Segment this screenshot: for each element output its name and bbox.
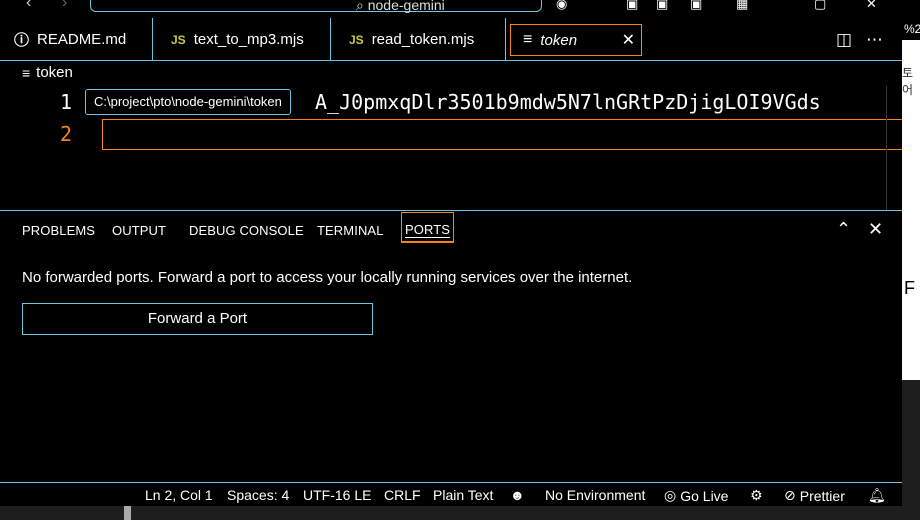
tab-output[interactable]: OUTPUT: [112, 223, 166, 238]
layout-toggle-icon[interactable]: ▣: [626, 0, 638, 12]
tab-read-token[interactable]: JS read_token.mjs: [331, 18, 506, 61]
workspace-name: node-gemini: [367, 0, 445, 13]
prettier-button[interactable]: ⊘ Prettier: [784, 487, 845, 504]
tab-text-to-mp3[interactable]: JS text_to_mp3.mjs: [153, 18, 331, 61]
background-text: F: [904, 278, 915, 298]
maximize-panel-icon[interactable]: ⌃: [836, 219, 851, 240]
current-line-highlight[interactable]: [102, 119, 902, 150]
back-arrow-icon[interactable]: ‹: [26, 0, 31, 12]
forward-arrow-icon[interactable]: ›: [62, 0, 67, 12]
editor-scrollbar[interactable]: [886, 86, 887, 210]
panel-toggle-icon[interactable]: ▣: [656, 0, 668, 12]
plaintext-file-icon: ≡: [22, 64, 31, 81]
js-file-icon: JS: [171, 32, 186, 47]
line-number-active: 2: [59, 122, 72, 146]
js-file-icon: JS: [349, 32, 364, 47]
close-tab-icon[interactable]: ✕: [622, 30, 635, 50]
tab-label: text_to_mp3.mjs: [193, 31, 304, 48]
close-window-icon[interactable]: ✕: [866, 0, 877, 12]
line-number: 1: [59, 90, 72, 114]
tab-label: README.md: [37, 31, 127, 48]
indentation[interactable]: Spaces: 4: [227, 487, 289, 503]
notifications-bell-icon[interactable]: 🔔︎: [868, 487, 886, 504]
copilot-icon[interactable]: ◉: [556, 0, 567, 12]
title-bar: ‹ › ⌕ node-gemini ◉ ▣ ▣ ▣ ▦ ▢ ✕: [0, 0, 902, 18]
search-icon: ⌕: [356, 0, 364, 13]
command-center-text: ⌕ node-gemini: [356, 0, 445, 14]
status-bar: Ln 2, Col 1 Spaces: 4 UTF-16 LE CRLF Pla…: [0, 482, 902, 506]
editor-tab-bar: ⓘ README.md JS text_to_mp3.mjs JS read_t…: [0, 18, 902, 61]
prettier-disabled-icon: ⊘: [784, 487, 796, 503]
customize-layout-icon[interactable]: ▦: [736, 0, 748, 12]
file-path-tooltip: C:\project\pto\node-gemini\token: [85, 89, 291, 115]
go-live-button[interactable]: ◎ Go Live: [664, 487, 728, 504]
tab-ports[interactable]: PORTS: [401, 212, 455, 243]
feedback-icon[interactable]: ⚙: [750, 487, 763, 504]
split-editor-icon[interactable]: ◫: [836, 30, 852, 50]
restore-window-icon[interactable]: ▢: [814, 0, 826, 12]
command-center-search[interactable]: ⌕ node-gemini: [90, 0, 542, 14]
tab-debug-console[interactable]: DEBUG CONSOLE: [189, 223, 304, 238]
language-mode[interactable]: Plain Text: [433, 487, 493, 503]
background-text: 토어: [902, 66, 914, 97]
cursor-position[interactable]: Ln 2, Col 1: [145, 487, 213, 503]
code-line[interactable]: A_J0pmxqDlr3501b9mdw5N7lnGRtPzDjigLOI9VG…: [315, 90, 821, 114]
close-panel-icon[interactable]: ✕: [868, 219, 883, 240]
info-icon: ⓘ: [14, 32, 30, 49]
ports-empty-message: No forwarded ports. Forward a port to ac…: [22, 269, 633, 286]
broadcast-icon: ◎: [664, 487, 677, 503]
tab-terminal[interactable]: TERMINAL: [317, 223, 384, 238]
copilot-status-icon[interactable]: ☻: [510, 487, 525, 503]
background-window-strip: %2 토어 F: [902, 0, 920, 520]
tab-label: token: [540, 31, 578, 49]
breadcrumb-file[interactable]: token: [36, 64, 73, 81]
more-actions-icon[interactable]: ⋯: [866, 30, 883, 50]
tab-problems[interactable]: PROBLEMS: [22, 223, 95, 238]
tab-label: read_token.mjs: [371, 31, 475, 48]
background-text: %2: [904, 22, 920, 36]
prettier-label: Prettier: [799, 487, 845, 504]
sidebar-toggle-icon[interactable]: ▣: [690, 0, 702, 12]
background-window-dark: [902, 380, 920, 520]
end-of-line[interactable]: CRLF: [384, 487, 421, 503]
breadcrumb[interactable]: ≡ token: [22, 64, 73, 81]
taskbar-strip: [0, 506, 902, 520]
forward-port-button[interactable]: Forward a Port: [22, 303, 373, 335]
scroll-thumb[interactable]: [124, 506, 131, 520]
go-live-label: Go Live: [680, 487, 729, 504]
bottom-panel: PROBLEMS OUTPUT DEBUG CONSOLE TERMINAL P…: [0, 210, 902, 482]
tab-readme[interactable]: ⓘ README.md: [0, 18, 153, 61]
tab-ports-label: PORTS: [405, 222, 451, 238]
encoding[interactable]: UTF-16 LE: [303, 487, 371, 503]
plaintext-file-icon: ≡: [523, 31, 533, 48]
python-environment[interactable]: No Environment: [545, 487, 645, 503]
tab-token[interactable]: ≡ token ✕: [510, 24, 642, 56]
